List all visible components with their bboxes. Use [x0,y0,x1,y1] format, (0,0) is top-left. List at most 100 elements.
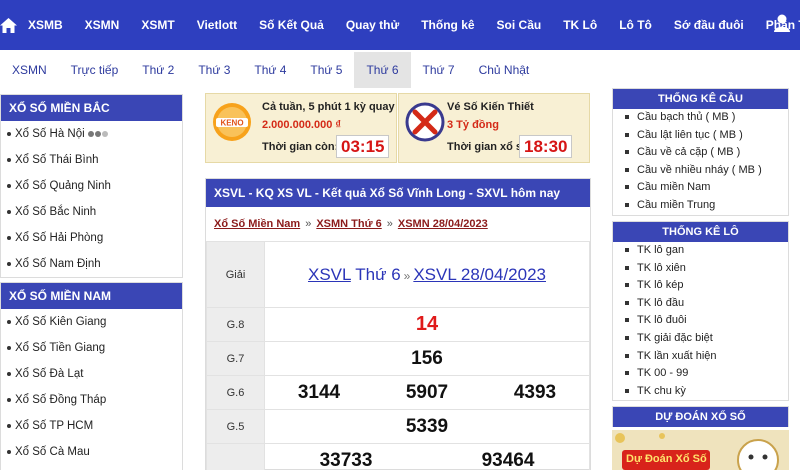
bullet-icon [7,132,11,136]
bullet-icon [625,185,629,190]
sidebar-item-tien-giang[interactable]: Xổ Số Tiền Giang [1,335,182,361]
giai-header: Giải [206,241,265,308]
table-row: G.7 156 [206,341,590,376]
sidebar-link-label: Cầu miền Nam [637,181,711,194]
bullet-icon [625,150,629,155]
result-separator: » [403,268,411,283]
prize-number: 156 [411,347,443,369]
sidebar-link[interactable]: TK lô kép [613,277,788,295]
nav-xsmn[interactable]: XSMN [74,0,131,50]
tab-thu-2[interactable]: Thứ 2 [130,52,186,88]
bullet-icon [625,115,629,120]
result-date-link[interactable]: XSVL 28/04/2023 [413,265,546,284]
sidebar-item-ca-mau[interactable]: Xổ Số Cà Mau [1,439,182,465]
sidebar-link[interactable]: TK lô đuôi [613,312,788,330]
tab-thu-3[interactable]: Thứ 3 [186,52,242,88]
nav-xsmt[interactable]: XSMT [130,0,185,50]
sidebar-item-dong-thap[interactable]: Xổ Số Đồng Tháp [1,387,182,413]
sidebar-link[interactable]: Cầu về nhiều nháy ( MB ) [613,162,788,180]
tab-thu-7[interactable]: Thứ 7 [411,52,467,88]
countdown-timer: 03:15 [336,135,390,158]
nav-soi-cau[interactable]: Soi Cầu [486,0,553,50]
sidebar-item-thai-binh[interactable]: Xổ Số Thái Bình [1,147,182,173]
sidebar-link[interactable]: Cầu về cả cặp ( MB ) [613,144,788,162]
tab-thu-5[interactable]: Thứ 5 [298,52,354,88]
xskt-promo[interactable]: Vé Số Kiến Thiết 3 Tỷ đồng Thời gian xổ … [398,93,590,163]
sidebar-item-hai-phong[interactable]: Xổ Số Hải Phòng [1,225,182,251]
sidebar-link[interactable]: TK lô đầu [613,295,788,313]
sidebar-link-label: TK lô gan [637,244,685,256]
top-nav: XSMB XSMN XSMT Vietlott Số Kết Quả Quay … [0,0,800,50]
xskt-logo-icon [405,102,445,142]
sidebar-link-label: Cầu bạch thủ ( MB ) [637,111,736,123]
sidebar-item-quang-ninh[interactable]: Xổ Số Quảng Ninh [1,173,182,199]
sidebar-heading: XỔ SỐ MIỀN BẮC [1,95,182,121]
breadcrumb-separator: » [386,218,393,230]
sidebar-link[interactable]: Cầu lật liên tục ( MB ) [613,127,788,145]
sidebar-item-kien-giang[interactable]: Xổ Số Kiên Giang [1,309,182,335]
sidebar-item-label: Xổ Số Đà Lạt [15,368,84,380]
page-title: XSVL - KQ XS VL - Kết quả Xổ Số Vĩnh Lon… [206,179,590,207]
sidebar-item-label: Xổ Số Đồng Tháp [15,394,107,406]
sidebar-item-label: Xổ Số Thái Bình [15,154,99,166]
sidebar-link[interactable]: TK lô xiên [613,260,788,278]
nav-thong-ke[interactable]: Thống kê [410,0,485,50]
draw-time: 18:30 [519,135,573,158]
sidebar-mien-nam: XỔ SỐ MIỀN NAM Xổ Số Kiên Giang Xổ Số Ti… [0,282,183,470]
keno-promo[interactable]: KENO Cả tuần, 5 phút 1 kỳ quay 2.000.000… [205,93,397,163]
nav-tk-lo[interactable]: TK Lô [552,0,608,50]
nav-vietlott[interactable]: Vietlott [186,0,248,50]
result-panel: XSVL - KQ XS VL - Kết quả Xổ Số Vĩnh Lon… [205,178,591,470]
sidebar-link[interactable]: TK 00 - 99 [613,365,788,383]
breadcrumb-link[interactable]: XSMN Thứ 6 [316,218,381,230]
home-icon[interactable] [0,0,17,50]
sidebar-link-label: Cầu miền Trung [637,198,716,211]
sidebar-link-label: Cầu về cả cặp ( MB ) [637,146,741,159]
sidebar-link[interactable]: TK lô gan [613,242,788,260]
result-table: Giải XSVL Thứ 6» XSVL 28/04/2023 G.8 14 G… [206,241,590,470]
bullet-icon [625,353,629,358]
sidebar-item-da-lat[interactable]: Xổ Số Đà Lạt [1,361,182,387]
sidebar-link[interactable]: Cầu miền Nam [613,179,788,197]
sidebar-item-ha-noi[interactable]: Xổ Số Hà Nội [1,121,182,147]
result-link[interactable]: XSVL [308,265,351,284]
bullet-icon [7,397,11,402]
sidebar-du-doan: DỰ ĐOÁN XỔ SỐ [612,406,789,427]
nav-lo-to[interactable]: Lô Tô [608,0,663,50]
bullet-icon [625,265,629,270]
du-doan-banner[interactable]: Dự Đoán Xổ Số [612,430,789,470]
tab-thu-4[interactable]: Thứ 4 [242,52,298,88]
table-row: G.6 3144 5907 4393 [206,375,590,410]
sidebar-link[interactable]: TK lần xuất hiện [613,348,788,366]
sidebar-heading: DỰ ĐOÁN XỔ SỐ [613,407,788,427]
nav-so-dau-duoi[interactable]: Sớ đầu đuôi [663,0,755,50]
sidebar-link-label: TK lô đầu [637,296,685,309]
sidebar-item-nam-dinh[interactable]: Xổ Số Nam Định [1,251,182,277]
tab-truc-tiep[interactable]: Trực tiếp [59,52,131,88]
prize-label: G.6 [206,375,265,410]
sidebar-heading: THỐNG KÊ CẦU [613,89,788,109]
nav-xsmb[interactable]: XSMB [17,0,74,50]
promo-title: Cả tuần, 5 phút 1 kỳ quay [262,101,395,113]
sidebar-link-label: TK 00 - 99 [637,367,689,380]
user-icon[interactable] [774,14,790,35]
nav-quay-thu[interactable]: Quay thử [335,0,410,50]
table-row: G.5 5339 [206,409,590,444]
bullet-icon [625,300,629,305]
sidebar-link[interactable]: TK chu kỳ [613,383,788,401]
result-title: XSVL Thứ 6» XSVL 28/04/2023 [264,241,590,308]
sidebar-link[interactable]: Cầu bạch thủ ( MB ) [613,109,788,127]
prize-number: 5907 [405,381,449,403]
sidebar-item-bac-ninh[interactable]: Xổ Số Bắc Ninh [1,199,182,225]
sidebar-link[interactable]: TK giải đặc biệt [613,330,788,348]
sidebar-link[interactable]: Cầu miền Trung [613,197,788,215]
tab-xsmn[interactable]: XSMN [0,52,59,88]
nav-so-ket-qua[interactable]: Số Kết Quả [248,0,335,50]
bullet-icon [625,132,629,137]
breadcrumb-link[interactable]: Xổ Số Miền Nam [214,218,300,230]
tab-thu-6[interactable]: Thứ 6 [354,52,411,88]
breadcrumb-link[interactable]: XSMN 28/04/2023 [398,218,488,230]
sidebar-item-label: Xổ Số Cà Mau [15,446,90,458]
tab-chu-nhat[interactable]: Chủ Nhật [467,52,542,88]
sidebar-item-tp-hcm[interactable]: Xổ Số TP HCM [1,413,182,439]
